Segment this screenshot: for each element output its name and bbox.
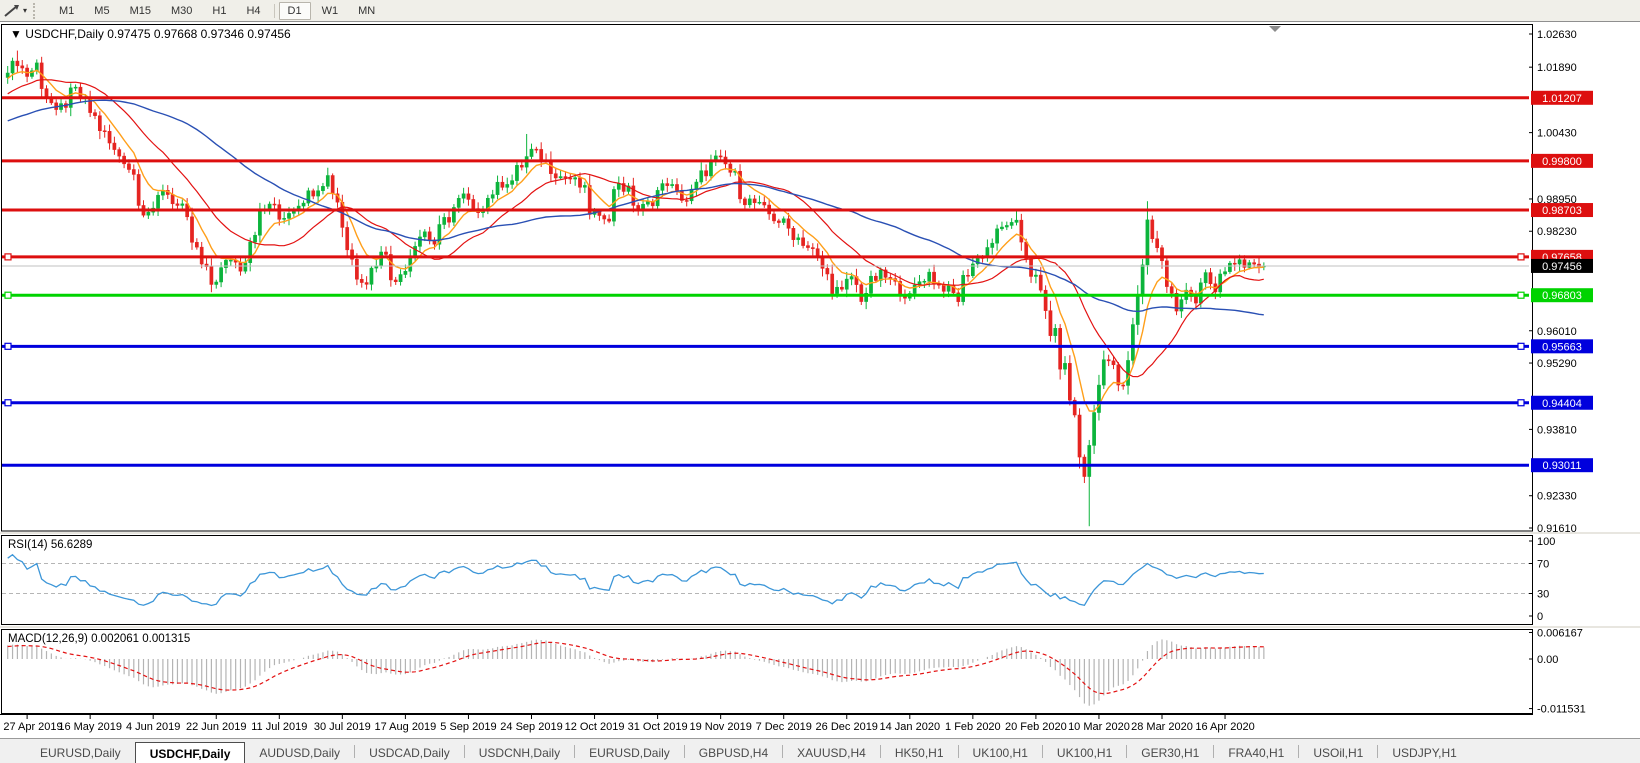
chart-tab-audusd-daily[interactable]: AUDUSD,Daily	[245, 743, 354, 763]
rsi-panel[interactable]	[2, 536, 1533, 625]
date-axis-label[interactable]: 19 Nov 2019	[689, 721, 751, 733]
chart-tab-usdchf-daily[interactable]: USDCHF,Daily	[135, 742, 246, 763]
line-handle[interactable]	[1518, 343, 1524, 349]
price-badge-label: 0.93011	[1543, 460, 1582, 472]
chart-tab-uk100-h1[interactable]: UK100,H1	[1043, 743, 1126, 763]
line-tool-icon[interactable]	[4, 3, 20, 19]
price-axis-label: 1.02630	[1537, 29, 1577, 41]
macd-label: MACD(12,26,9) 0.002061 0.001315	[8, 633, 190, 645]
date-axis-label[interactable]: 16 Apr 2020	[1195, 721, 1254, 733]
panel-splitter[interactable]	[0, 626, 1640, 628]
date-axis-label[interactable]: 10 Mar 2020	[1068, 721, 1130, 733]
date-axis-label[interactable]: 1 Feb 2020	[945, 721, 1001, 733]
price-badge-label: 0.94404	[1542, 398, 1582, 410]
chart-canvas[interactable]: 1.026301.018901.004300.989500.982300.960…	[0, 22, 1640, 738]
price-axis-label: 1.01890	[1537, 62, 1577, 74]
date-axis-label[interactable]: 5 Sep 2019	[440, 721, 496, 733]
chart-tab-usoil-h1[interactable]: USOil,H1	[1299, 743, 1377, 763]
date-axis-label[interactable]: 30 Jul 2019	[314, 721, 371, 733]
line-handle[interactable]	[5, 343, 11, 349]
price-badge-label: 0.95663	[1542, 341, 1582, 353]
date-axis-label[interactable]: 31 Oct 2019	[628, 721, 688, 733]
timeframe-button-h1[interactable]: H1	[203, 2, 235, 20]
date-axis-label[interactable]: 7 Dec 2019	[756, 721, 812, 733]
date-axis-label[interactable]: 17 Aug 2019	[375, 721, 437, 733]
chart-tab-fra40-h1[interactable]: FRA40,H1	[1214, 743, 1298, 763]
price-axis-label: 1.00430	[1537, 128, 1577, 140]
chart-tab-hk50-h1[interactable]: HK50,H1	[881, 743, 958, 763]
timeframe-button-w1[interactable]: W1	[313, 2, 348, 20]
toolbar-grip-handle[interactable]	[33, 3, 40, 19]
line-handle[interactable]	[5, 292, 11, 298]
price-badge-label: 0.97456	[1542, 261, 1582, 273]
date-axis-label[interactable]: 28 Mar 2020	[1131, 721, 1193, 733]
timeframe-button-group: M1M5M15M30H1H4 D1W1MN	[45, 0, 389, 21]
timeframe-button-m5[interactable]: M5	[85, 2, 118, 20]
macd-axis-label: -0.011531	[1537, 704, 1586, 716]
chart-tab-gbpusd-h4[interactable]: GBPUSD,H4	[685, 743, 782, 763]
chart-tab-eurusd-daily[interactable]: EURUSD,Daily	[26, 743, 135, 763]
macd-axis-label: 0.006167	[1537, 627, 1583, 639]
chart-tab-usdjpy-h1[interactable]: USDJPY,H1	[1378, 743, 1470, 763]
date-axis-label[interactable]: 16 May 2019	[58, 721, 122, 733]
price-badge-label: 0.99800	[1542, 156, 1582, 168]
price-axis-label: 0.95290	[1537, 358, 1577, 370]
timeframe-button-h4[interactable]: H4	[237, 2, 269, 20]
timeframe-button-m1[interactable]: M1	[50, 2, 83, 20]
rsi-axis-label: 0	[1537, 611, 1543, 623]
date-axis-label[interactable]: 20 Feb 2020	[1005, 721, 1067, 733]
date-axis-label[interactable]: 24 Sep 2019	[500, 721, 562, 733]
main-chart-plot[interactable]	[2, 25, 1533, 532]
chart-tab-usdcnh-daily[interactable]: USDCNH,Daily	[465, 743, 574, 763]
line-handle[interactable]	[5, 400, 11, 406]
macd-axis-label: 0.00	[1537, 654, 1558, 666]
rsi-axis-label: 100	[1537, 536, 1555, 548]
price-badge-label: 1.01207	[1542, 93, 1582, 105]
panel-splitter[interactable]	[0, 532, 1640, 534]
price-axis-label: 0.92330	[1537, 491, 1577, 503]
chart-tab-xauusd-h4[interactable]: XAUUSD,H4	[783, 743, 880, 763]
price-axis-label: 0.91610	[1537, 523, 1577, 535]
date-axis-label[interactable]: 4 Jun 2019	[126, 721, 180, 733]
rsi-label: RSI(14) 56.6289	[8, 539, 92, 551]
date-axis-label[interactable]: 11 Jul 2019	[251, 721, 307, 733]
line-handle[interactable]	[1518, 254, 1524, 260]
date-axis-label[interactable]: 12 Oct 2019	[565, 721, 625, 733]
timeframe-button-m30[interactable]: M30	[162, 2, 201, 20]
chart-tab-ger30-h1[interactable]: GER30,H1	[1127, 743, 1213, 763]
date-axis-label[interactable]: 22 Jun 2019	[186, 721, 247, 733]
toolbar-separator	[274, 4, 275, 18]
chevron-down-icon[interactable]: ▾	[23, 6, 27, 15]
price-axis-label: 0.96010	[1537, 326, 1577, 338]
line-handle[interactable]	[5, 254, 11, 260]
chart-title: ▼ USDCHF,Daily 0.97475 0.97668 0.97346 0…	[10, 27, 291, 41]
chart-tab-eurusd-daily[interactable]: EURUSD,Daily	[575, 743, 684, 763]
line-handle[interactable]	[1518, 400, 1524, 406]
timeframe-button-mn[interactable]: MN	[349, 2, 384, 20]
date-axis-label[interactable]: 14 Jan 2020	[880, 721, 941, 733]
chart-tab-usdcad-daily[interactable]: USDCAD,Daily	[355, 743, 464, 763]
rsi-axis-label: 30	[1537, 589, 1549, 601]
date-axis-label[interactable]: 26 Dec 2019	[816, 721, 878, 733]
price-axis-label: 0.98230	[1537, 226, 1577, 238]
rsi-axis-label: 70	[1537, 559, 1549, 571]
date-axis-label[interactable]: 27 Apr 2019	[3, 721, 62, 733]
price-badge-label: 0.98703	[1542, 205, 1582, 217]
price-axis-label: 0.93810	[1537, 424, 1577, 436]
timeframe-button-d1[interactable]: D1	[279, 2, 311, 20]
line-handle[interactable]	[1518, 292, 1524, 298]
chart-tab-uk100-h1[interactable]: UK100,H1	[959, 743, 1042, 763]
chart-window[interactable]: 1.026301.018901.004300.989500.982300.960…	[0, 22, 1640, 738]
top-toolbar: ▾ M1M5M15M30H1H4 D1W1MN	[0, 0, 1640, 22]
price-badge-label: 0.96803	[1542, 290, 1582, 302]
timeframe-button-m15[interactable]: M15	[121, 2, 160, 20]
chart-tab-bar: EURUSD,DailyUSDCHF,DailyAUDUSD,DailyUSDC…	[0, 738, 1640, 763]
